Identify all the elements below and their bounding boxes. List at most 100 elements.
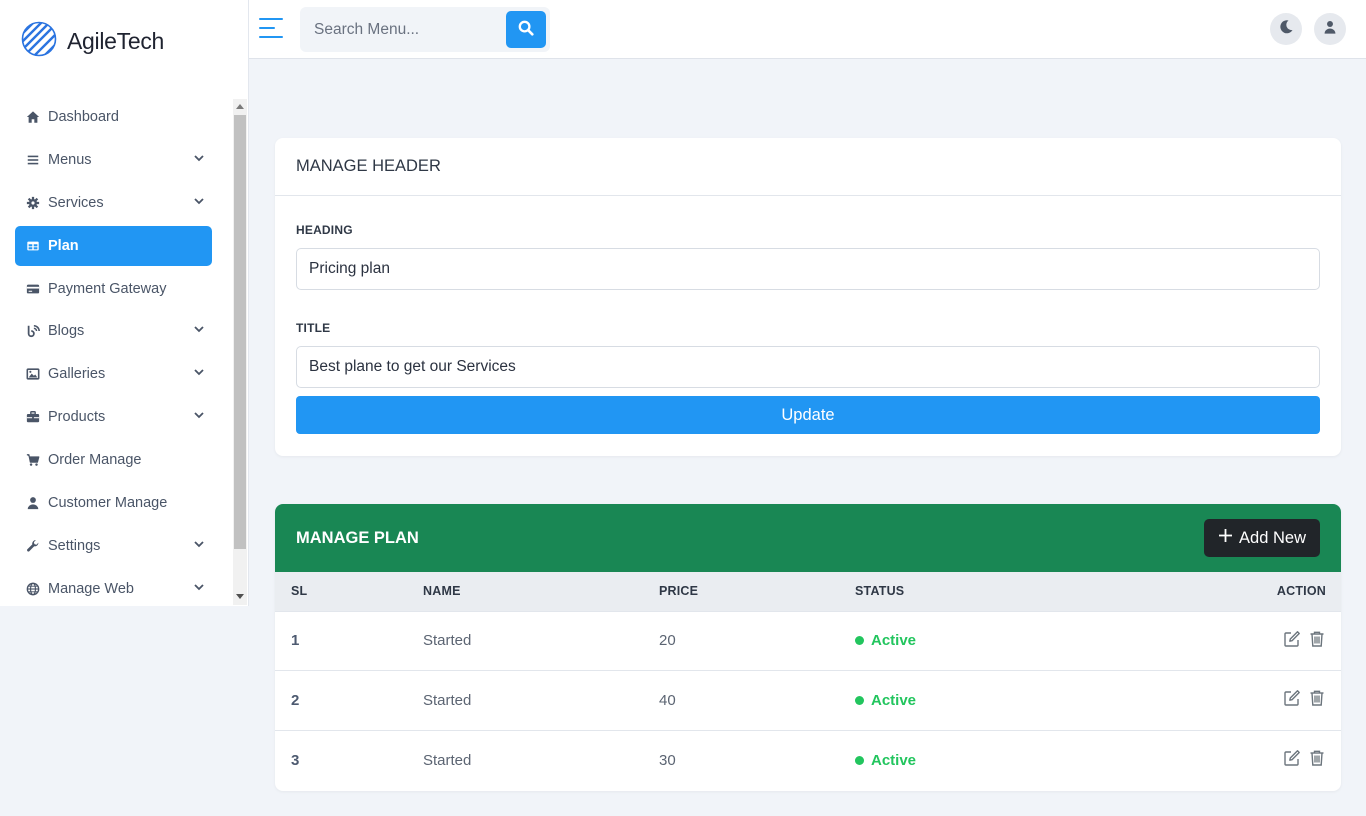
sidebar-item-products[interactable]: Products: [15, 397, 212, 437]
user-icon: [1323, 20, 1337, 39]
sidebar-item-dashboard[interactable]: Dashboard: [15, 97, 212, 137]
chevron-down-icon: [193, 366, 205, 382]
trash-icon[interactable]: [1308, 630, 1326, 648]
sidebar-item-plan[interactable]: Plan: [15, 225, 212, 266]
wrench-icon: [25, 538, 41, 554]
status-badge: Active: [855, 752, 916, 769]
edit-icon[interactable]: [1283, 689, 1301, 707]
image-icon: [25, 366, 41, 382]
sidebar-item-label: Galleries: [48, 366, 106, 383]
chevron-down-icon: [193, 195, 205, 211]
status-text: Active: [871, 751, 917, 769]
user-icon: [25, 495, 41, 511]
sidebar-item-label: Settings: [48, 537, 101, 554]
status-badge: Active: [855, 632, 916, 649]
table-row: 2 Started 40 Active: [275, 670, 1341, 731]
sidebar-item-order-manage[interactable]: Order Manage: [15, 440, 212, 480]
plan-table: SL NAME PRICE STATUS ACTION 1 Started 20…: [275, 572, 1341, 790]
sidebar-item-label: Services: [48, 194, 104, 211]
search-button[interactable]: [506, 11, 546, 48]
blog-icon: [25, 323, 41, 339]
cell-action: [1092, 611, 1341, 671]
cell-price: 20: [659, 632, 676, 650]
update-button[interactable]: Update: [296, 396, 1320, 434]
search-input[interactable]: [300, 7, 500, 52]
globe-icon: [25, 581, 41, 597]
bars-icon: [25, 152, 41, 168]
column-header-price: PRICE: [659, 584, 699, 599]
credit-card-icon: [25, 281, 41, 297]
hamburger-menu-icon[interactable]: [259, 18, 283, 40]
sidebar-item-label: Menus: [48, 151, 92, 168]
sidebar-item-manage-web[interactable]: Manage Web: [15, 569, 212, 609]
sidebar-scrollbar[interactable]: [233, 99, 247, 605]
manage-plan-header: MANAGE PLAN Add New: [275, 504, 1341, 572]
dark-mode-toggle[interactable]: [1270, 13, 1302, 45]
cell-name: Started: [423, 632, 472, 650]
sidebar-item-settings[interactable]: Settings: [15, 526, 212, 566]
sidebar-item-blogs[interactable]: Blogs: [15, 311, 212, 351]
status-text: Active: [871, 632, 917, 650]
cart-icon: [25, 452, 41, 468]
sidebar-item-customer-manage[interactable]: Customer Manage: [15, 483, 212, 523]
sidebar-item-label: Order Manage: [48, 452, 142, 469]
add-new-button[interactable]: Add New: [1204, 519, 1320, 557]
sidebar: AgileTech Dashboard Menus Services Plan …: [0, 0, 249, 606]
edit-icon[interactable]: [1283, 630, 1301, 648]
sidebar-item-label: Products: [48, 409, 106, 426]
scroll-down-arrow-icon[interactable]: [236, 594, 244, 599]
add-new-label: Add New: [1239, 528, 1306, 547]
home-icon: [25, 109, 41, 125]
moon-icon: [1278, 19, 1294, 40]
search-box: [300, 7, 550, 52]
cell-name: Started: [423, 751, 472, 769]
cell-price: 40: [659, 691, 676, 709]
sidebar-item-menus[interactable]: Menus: [15, 140, 212, 180]
agiletech-logo-icon: [20, 20, 58, 63]
sidebar-item-label: Plan: [48, 237, 79, 254]
table-icon: [25, 238, 41, 254]
column-header-status: STATUS: [855, 584, 905, 599]
manage-plan-title: MANAGE PLAN: [296, 528, 419, 547]
status-dot-icon: [855, 755, 864, 765]
scroll-up-arrow-icon[interactable]: [236, 104, 244, 109]
table-header-row: SL NAME PRICE STATUS ACTION: [275, 572, 1341, 611]
cell-price: 30: [659, 751, 676, 769]
sidebar-item-label: Customer Manage: [48, 495, 168, 512]
brand-logo[interactable]: AgileTech: [20, 20, 164, 63]
plus-icon: [1218, 528, 1233, 548]
cell-status: Active: [855, 730, 1092, 790]
manage-header-card: MANAGE HEADER HEADING TITLE Update: [275, 138, 1341, 456]
sidebar-scroll-thumb[interactable]: [234, 115, 246, 549]
sidebar-item-galleries[interactable]: Galleries: [15, 354, 212, 394]
status-dot-icon: [855, 636, 864, 646]
status-dot-icon: [855, 695, 864, 705]
cell-sl: 3: [291, 751, 300, 769]
title-input[interactable]: [296, 346, 1320, 388]
chevron-down-icon: [193, 152, 205, 168]
manage-header-title: MANAGE HEADER: [275, 138, 1341, 196]
user-profile-button[interactable]: [1314, 13, 1346, 45]
column-header-action: ACTION: [1276, 584, 1326, 599]
sidebar-nav: Dashboard Menus Services Plan Payment Ga…: [15, 97, 212, 612]
manage-plan-card: MANAGE PLAN Add New SL NAME PRICE STATUS…: [275, 504, 1341, 791]
topbar: [249, 0, 1366, 59]
heading-input[interactable]: [296, 248, 1320, 290]
search-icon: [518, 20, 534, 39]
sidebar-item-label: Payment Gateway: [48, 280, 167, 297]
cell-status: Active: [855, 611, 1092, 671]
cell-status: Active: [855, 671, 1092, 731]
cell-name: Started: [423, 691, 472, 709]
edit-icon[interactable]: [1283, 749, 1301, 767]
briefcase-icon: [25, 409, 41, 425]
trash-icon[interactable]: [1308, 689, 1326, 707]
cell-action: [1092, 730, 1341, 790]
heading-label: HEADING: [296, 223, 353, 237]
chevron-down-icon: [193, 409, 205, 425]
title-label: TITLE: [296, 321, 331, 335]
table-row: 1 Started 20 Active: [275, 611, 1341, 671]
sidebar-item-payment-gateway[interactable]: Payment Gateway: [15, 269, 212, 309]
trash-icon[interactable]: [1308, 749, 1326, 767]
sidebar-item-services[interactable]: Services: [15, 183, 212, 223]
cell-sl: 2: [291, 691, 300, 709]
